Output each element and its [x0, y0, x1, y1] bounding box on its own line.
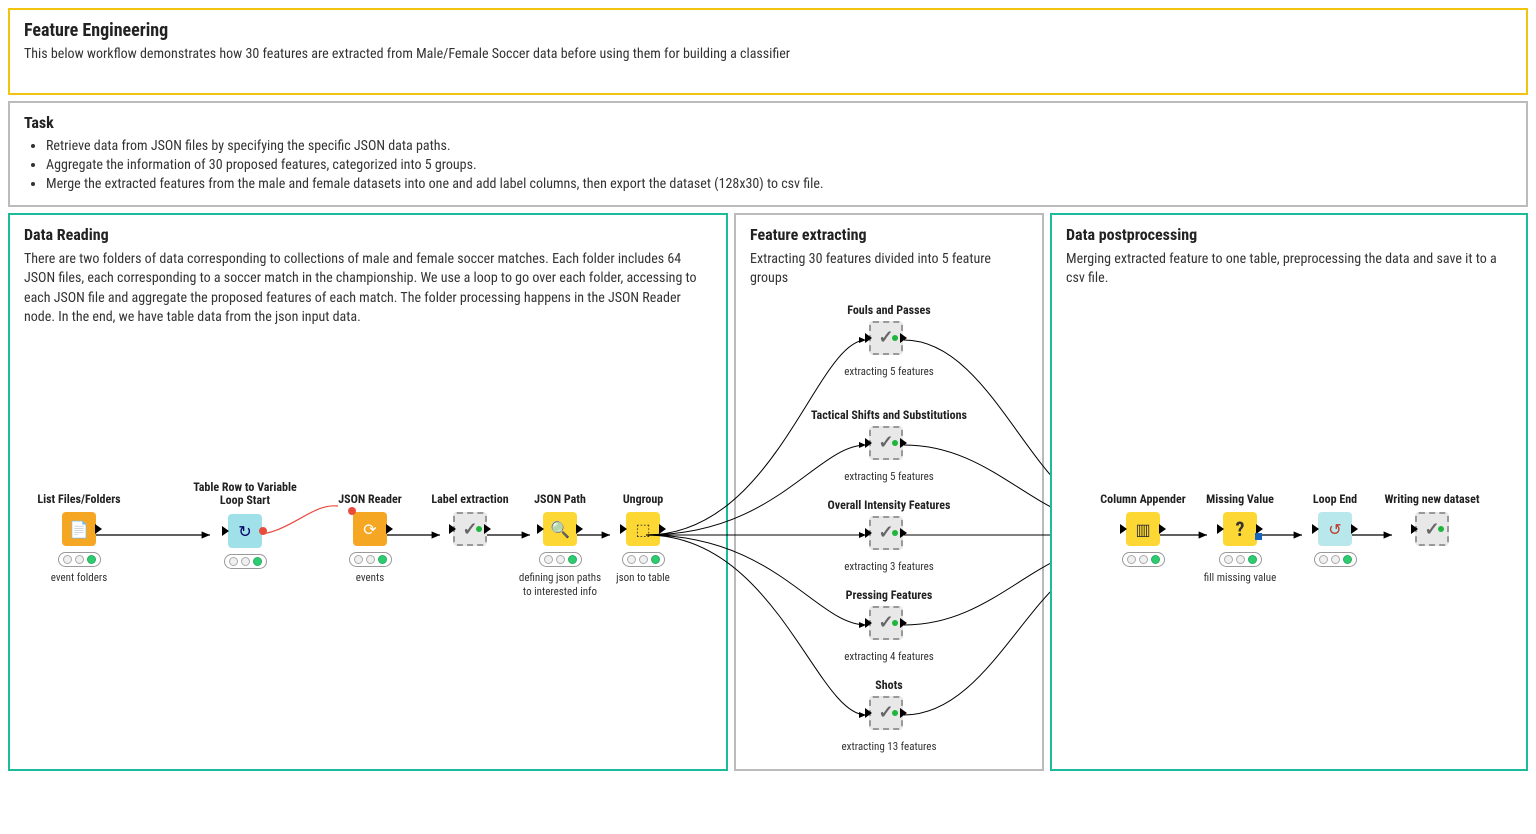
status-lights — [622, 552, 665, 567]
fg-title: Tactical Shifts and Substitutions — [736, 408, 1042, 422]
banner-title: Feature Engineering — [24, 20, 1512, 41]
json-reader-icon: ⟳ — [353, 512, 387, 546]
fg-cap: extracting 4 features — [736, 650, 1042, 663]
node-label-extraction[interactable]: Label extraction — [425, 493, 515, 553]
fg-cap: extracting 3 features — [736, 560, 1042, 573]
node-metanode-intensity[interactable] — [841, 516, 931, 556]
node-loop-start[interactable]: Table Row to Variable Loop Start ↻ — [185, 481, 305, 574]
banner-annotation: Feature Engineering This below workflow … — [8, 8, 1528, 95]
data-reading-title: Data Reading — [24, 225, 712, 244]
data-post-title: Data postprocessing — [1066, 225, 1512, 244]
status-lights — [539, 552, 582, 567]
missing-value-icon: ? — [1223, 512, 1257, 546]
fg-title: Shots — [736, 678, 1042, 692]
task-item: Retrieve data from JSON files by specify… — [46, 138, 1512, 154]
task-item: Merge the extracted features from the ma… — [46, 176, 1512, 192]
data-post-annotation: Data postprocessing Merging extracted fe… — [1050, 213, 1528, 771]
metanode-icon — [1415, 512, 1449, 546]
fg-cap: extracting 5 features — [736, 470, 1042, 483]
status-lights — [58, 552, 101, 567]
column-appender-icon: ▥ — [1126, 512, 1160, 546]
task-item: Aggregate the information of 30 proposed… — [46, 157, 1512, 173]
data-reading-annotation: Data Reading There are two folders of da… — [8, 213, 728, 771]
metanode-icon — [869, 696, 903, 730]
status-lights — [1219, 552, 1262, 567]
metanode-icon — [869, 426, 903, 460]
fg-cap: extracting 13 features — [736, 740, 1042, 753]
node-writing-dataset[interactable]: Writing new dataset — [1372, 493, 1492, 553]
metanode-icon — [453, 512, 487, 546]
fg-title: Fouls and Passes — [736, 303, 1042, 317]
task-list: Retrieve data from JSON files by specify… — [46, 138, 1512, 192]
fg-title: Overall Intensity Features — [736, 498, 1042, 512]
node-metanode-shots[interactable] — [841, 696, 931, 736]
node-metanode-fouls-passes[interactable] — [841, 321, 931, 361]
loop-end-icon: ↺ — [1318, 512, 1352, 546]
json-path-icon: 🔍 — [543, 512, 577, 546]
metanode-icon — [869, 606, 903, 640]
feature-extract-annotation: Feature extracting Extracting 30 feature… — [734, 213, 1044, 771]
node-column-appender[interactable]: Column Appender ▥ — [1088, 493, 1198, 572]
loop-start-icon: ↻ — [228, 514, 262, 548]
node-loop-end[interactable]: Loop End ↺ — [1290, 493, 1380, 572]
feature-extract-desc: Extracting 30 features divided into 5 fe… — [750, 250, 1028, 289]
node-missing-value[interactable]: Missing Value ? fill missing value — [1195, 493, 1285, 585]
status-lights — [349, 552, 392, 567]
node-ungroup[interactable]: Ungroup ⬚ json to table — [598, 493, 688, 585]
task-title: Task — [24, 113, 1512, 132]
status-lights — [1122, 552, 1165, 567]
node-json-path[interactable]: JSON Path 🔍 defining json paths to inter… — [515, 493, 605, 598]
file-icon: 📄 — [62, 512, 96, 546]
metanode-icon — [869, 321, 903, 355]
node-list-files[interactable]: List Files/Folders 📄 event folders — [34, 493, 124, 585]
status-lights — [1314, 552, 1357, 567]
node-json-reader[interactable]: JSON Reader ⟳ events — [325, 493, 415, 585]
node-metanode-pressing[interactable] — [841, 606, 931, 646]
banner-desc: This below workflow demonstrates how 30 … — [24, 45, 1512, 65]
data-post-desc: Merging extracted feature to one table, … — [1066, 250, 1512, 289]
ungroup-icon: ⬚ — [626, 512, 660, 546]
task-annotation: Task Retrieve data from JSON files by sp… — [8, 101, 1528, 207]
fg-cap: extracting 5 features — [736, 365, 1042, 378]
node-metanode-tactical[interactable] — [841, 426, 931, 466]
data-reading-desc: There are two folders of data correspond… — [24, 250, 712, 328]
metanode-icon — [869, 516, 903, 550]
status-lights — [224, 554, 267, 569]
fg-title: Pressing Features — [736, 588, 1042, 602]
feature-extract-title: Feature extracting — [750, 225, 1028, 244]
